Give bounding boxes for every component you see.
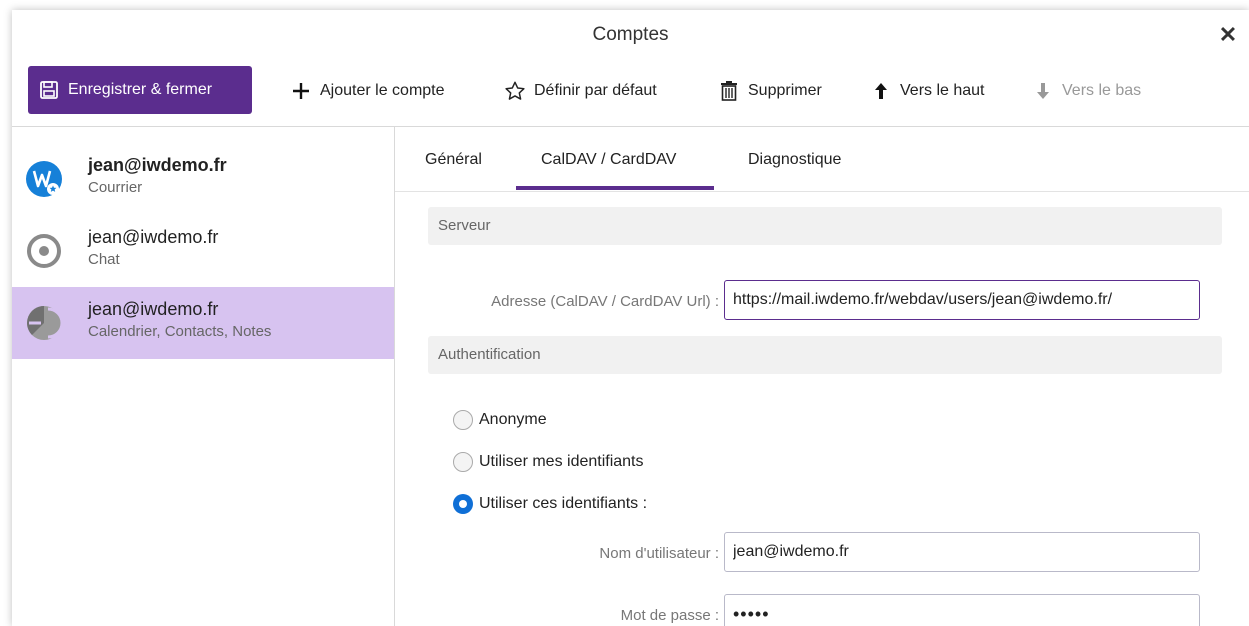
server-section-title: Serveur bbox=[438, 217, 491, 234]
close-icon: ✕ bbox=[1218, 22, 1238, 47]
radio-unchecked-icon bbox=[453, 410, 473, 430]
account-item-chat[interactable]: jean@iwdemo.fr Chat bbox=[12, 215, 394, 287]
chat-account-avatar-icon bbox=[26, 233, 62, 269]
add-account-button[interactable]: Ajouter le compte bbox=[290, 66, 445, 116]
account-name: jean@iwdemo.fr bbox=[88, 155, 227, 175]
title-bar: Comptes ✕ bbox=[12, 10, 1249, 64]
delete-label: Supprimer bbox=[748, 82, 822, 99]
dialog-title: Comptes bbox=[592, 24, 669, 45]
toolbar: Enregistrer & fermer Ajouter le compte D… bbox=[12, 66, 1249, 122]
radio-unchecked-icon bbox=[453, 452, 473, 472]
calendar-account-avatar-icon bbox=[26, 305, 64, 341]
mail-account-avatar-icon bbox=[26, 161, 62, 197]
move-down-label: Vers le bas bbox=[1062, 82, 1142, 99]
account-name: jean@iwdemo.fr bbox=[88, 299, 219, 319]
password-label: Mot de passe : bbox=[620, 607, 719, 624]
delete-button[interactable]: Supprimer bbox=[718, 66, 822, 116]
server-address-label: Adresse (CalDAV / CardDAV Url) : bbox=[491, 293, 719, 310]
arrow-up-icon bbox=[870, 80, 892, 102]
username-label: Nom d'utilisateur : bbox=[599, 545, 719, 562]
active-tab-indicator bbox=[516, 186, 714, 190]
server-address-input[interactable] bbox=[724, 280, 1200, 320]
move-up-button[interactable]: Vers le haut bbox=[870, 66, 985, 116]
trash-icon bbox=[718, 80, 740, 102]
auth-option-anonymous[interactable]: Anonyme bbox=[453, 410, 547, 430]
username-input[interactable] bbox=[724, 532, 1200, 572]
add-account-label: Ajouter le compte bbox=[320, 82, 445, 99]
account-name: jean@iwdemo.fr bbox=[88, 227, 219, 247]
save-close-label: Enregistrer & fermer bbox=[68, 81, 213, 98]
auth-option-my-credentials[interactable]: Utiliser mes identifiants bbox=[453, 452, 644, 472]
radio-checked-icon bbox=[453, 494, 473, 514]
auth-option-label: Anonyme bbox=[479, 411, 547, 428]
account-item-mail[interactable]: jean@iwdemo.fr Courrier bbox=[12, 143, 394, 215]
move-down-button[interactable]: Vers le bas bbox=[1032, 66, 1141, 116]
account-settings-panel: Général CalDAV / CardDAV Diagnostique Se… bbox=[395, 127, 1249, 626]
save-close-button[interactable]: Enregistrer & fermer bbox=[28, 66, 252, 114]
tab-general[interactable]: Général bbox=[425, 151, 482, 169]
account-type: Courrier bbox=[88, 179, 143, 196]
account-type: Chat bbox=[88, 251, 120, 268]
auth-section-title: Authentification bbox=[438, 346, 541, 363]
account-type: Calendrier, Contacts, Notes bbox=[88, 323, 272, 340]
auth-option-label: Utiliser mes identifiants bbox=[479, 453, 644, 470]
auth-option-these-credentials[interactable]: Utiliser ces identifiants : bbox=[453, 494, 647, 514]
auth-option-label: Utiliser ces identifiants : bbox=[479, 495, 648, 512]
close-button[interactable]: ✕ bbox=[1215, 22, 1241, 48]
plus-icon bbox=[290, 80, 312, 102]
server-section-header: Serveur bbox=[428, 207, 1222, 245]
settings-tabs: Général CalDAV / CardDAV Diagnostique bbox=[395, 127, 1249, 192]
set-default-label: Définir par défaut bbox=[534, 82, 657, 99]
password-input[interactable]: ••••• bbox=[724, 594, 1200, 626]
tab-caldav-carddav[interactable]: CalDAV / CardDAV bbox=[541, 151, 676, 169]
star-icon bbox=[504, 80, 526, 102]
arrow-down-icon bbox=[1032, 80, 1054, 102]
auth-section-header: Authentification bbox=[428, 336, 1222, 374]
accounts-dialog: Comptes ✕ Enregistrer & fermer Ajouter l… bbox=[12, 10, 1249, 626]
save-icon bbox=[38, 79, 60, 101]
tab-diagnostique[interactable]: Diagnostique bbox=[748, 151, 841, 169]
set-default-button[interactable]: Définir par défaut bbox=[504, 66, 657, 116]
account-item-calendar[interactable]: jean@iwdemo.fr Calendrier, Contacts, Not… bbox=[12, 287, 394, 359]
move-up-label: Vers le haut bbox=[900, 82, 985, 99]
account-list: jean@iwdemo.fr Courrier jean@iwdemo.fr C… bbox=[12, 127, 395, 626]
